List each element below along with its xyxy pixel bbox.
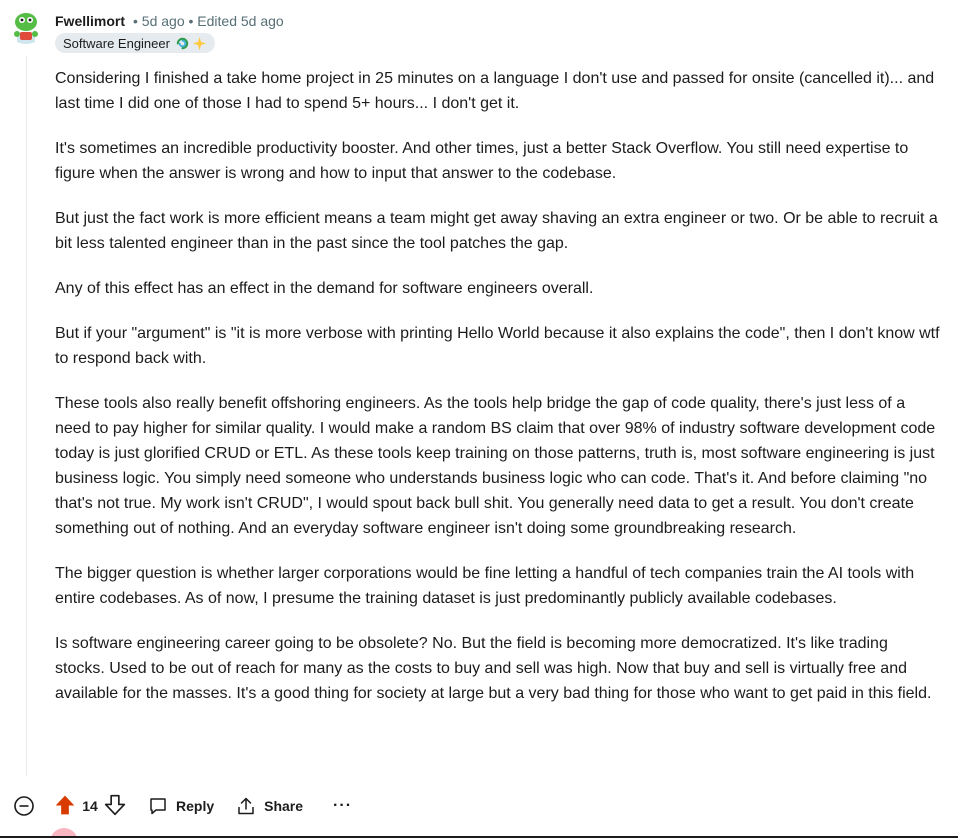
upvote-button[interactable]	[54, 794, 76, 819]
comment-header: Fwellimort • 5d ago • Edited 5d ago	[55, 10, 284, 32]
comment-paragraph: Any of this effect has an effect in the …	[55, 280, 594, 297]
comment: Fwellimort • 5d ago • Edited 5d ago Soft…	[0, 0, 958, 838]
avatar[interactable]	[8, 8, 44, 48]
collapse-icon	[14, 796, 34, 816]
share-label: Share	[264, 798, 304, 814]
flair-emoji-icon	[176, 37, 189, 49]
comment-paragraph: But if your "argument" is "it is more ve…	[55, 325, 940, 367]
username[interactable]: Fwellimort	[55, 13, 125, 29]
flair-text: Software Engineer	[63, 35, 170, 51]
reply-icon	[150, 798, 166, 815]
comment-paragraph: It's sometimes an incredible productivit…	[55, 140, 909, 182]
collapse-button[interactable]	[12, 794, 36, 818]
thread-line[interactable]	[26, 56, 27, 776]
reply-label: Reply	[176, 798, 215, 814]
share-icon	[238, 797, 254, 815]
comment-paragraph: Considering I finished a take home proje…	[55, 70, 935, 112]
timestamp: • 5d ago • Edited 5d ago	[133, 13, 284, 29]
user-flair: Software Engineer	[55, 33, 215, 53]
comment-paragraph: But just the fact work is more efficient…	[55, 210, 938, 252]
upvote-icon	[55, 795, 75, 814]
downvote-button[interactable]	[104, 794, 126, 819]
share-button[interactable]: Share	[236, 796, 303, 816]
more-options-button[interactable]: ···	[333, 797, 352, 815]
vote-count: 14	[82, 798, 98, 814]
comment-paragraph: Is software engineering career going to …	[55, 635, 932, 702]
comment-body: Considering I finished a take home proje…	[55, 66, 940, 726]
downvote-icon	[104, 794, 126, 815]
comment-actions: 14 Reply Share ···	[12, 790, 352, 822]
vote-controls: 14	[54, 794, 126, 819]
sparkle-icon	[192, 36, 207, 50]
comment-paragraph: The bigger question is whether larger co…	[55, 565, 915, 607]
comment-paragraph: These tools also really benefit offshori…	[55, 395, 936, 537]
more-icon: ···	[333, 797, 353, 814]
reply-button[interactable]: Reply	[148, 796, 214, 816]
flair-emoji	[175, 36, 207, 51]
